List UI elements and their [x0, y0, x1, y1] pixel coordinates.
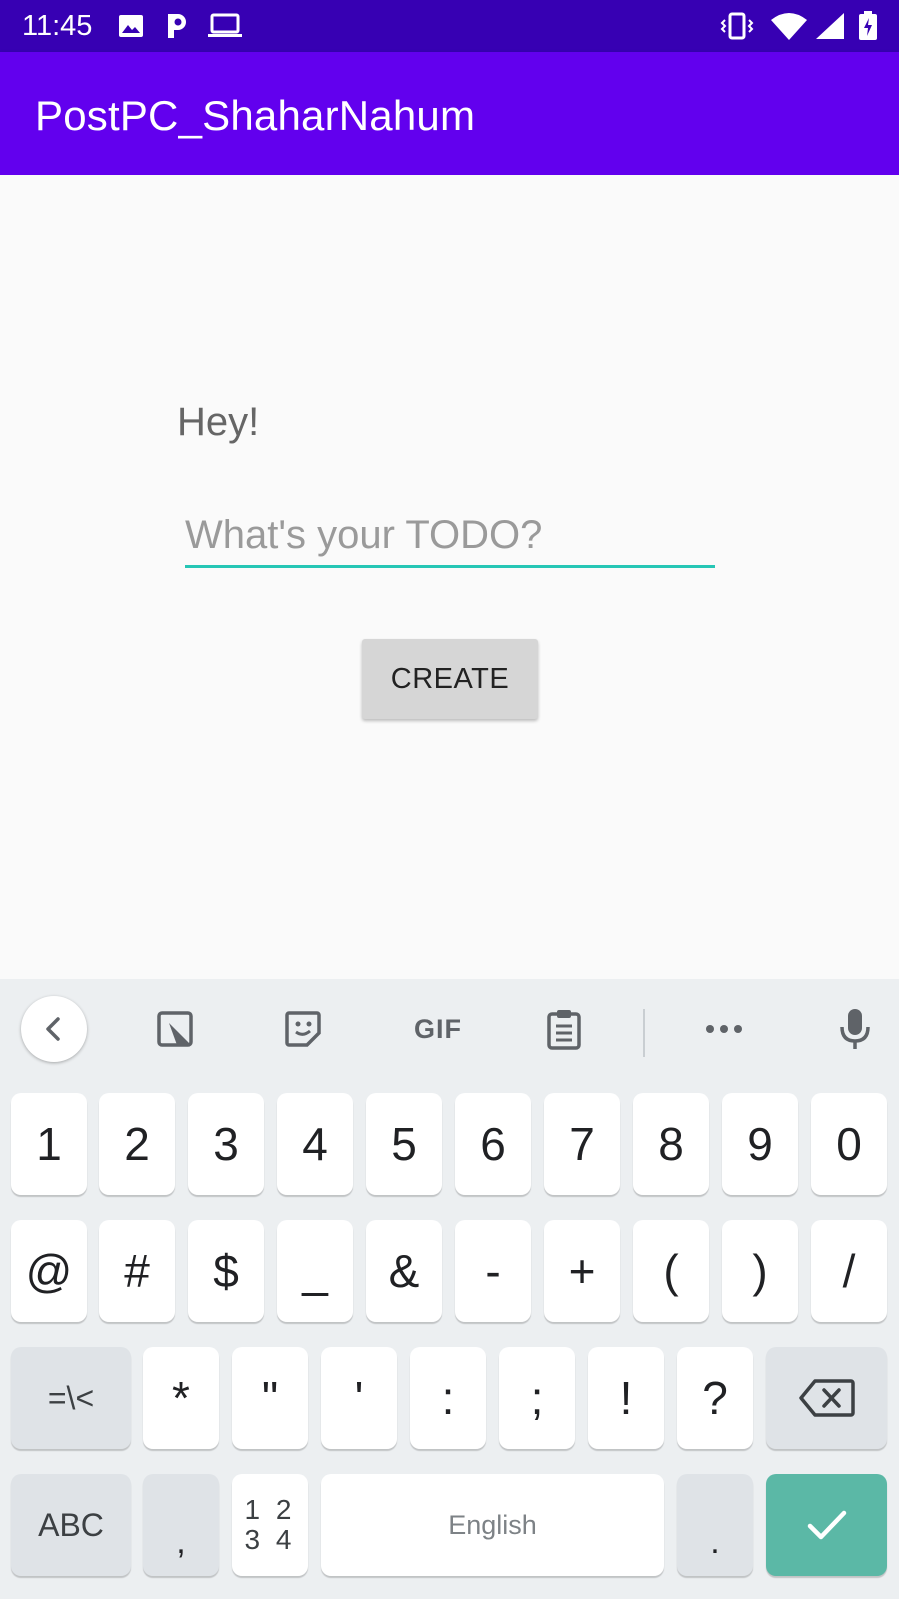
app-bar: PostPC_ShaharNahum	[0, 52, 899, 175]
key-0[interactable]: 0	[811, 1093, 887, 1195]
key-ampersand[interactable]: &	[366, 1220, 442, 1322]
key-close-paren[interactable]: )	[722, 1220, 798, 1322]
vibrate-icon	[720, 12, 754, 40]
wifi-icon	[770, 12, 808, 40]
backspace-key[interactable]	[766, 1347, 887, 1449]
key-question[interactable]: ?	[677, 1347, 753, 1449]
key-1[interactable]: 1	[11, 1093, 87, 1195]
key-minus[interactable]: -	[455, 1220, 531, 1322]
key-5[interactable]: 5	[366, 1093, 442, 1195]
key-6[interactable]: 6	[455, 1093, 531, 1195]
key-open-paren[interactable]: (	[633, 1220, 709, 1322]
key-double-quote[interactable]: "	[232, 1347, 308, 1449]
key-slash[interactable]: /	[811, 1220, 887, 1322]
key-colon[interactable]: :	[410, 1347, 486, 1449]
key-abc[interactable]: ABC	[11, 1474, 131, 1576]
create-button[interactable]: CREATE	[362, 639, 538, 719]
resize-icon[interactable]	[145, 999, 205, 1059]
key-4[interactable]: 4	[277, 1093, 353, 1195]
key-8[interactable]: 8	[633, 1093, 709, 1195]
enter-key[interactable]	[766, 1474, 887, 1576]
gif-button[interactable]: GIF	[402, 999, 474, 1059]
key-single-quote[interactable]: '	[321, 1347, 397, 1449]
backspace-icon	[798, 1378, 855, 1418]
key-semicolon[interactable]: ;	[499, 1347, 575, 1449]
keyboard: GIF 1 2 3 4 5 6 7 8 9 0 @ # $ _ & - + ( …	[0, 979, 899, 1599]
signal-icon	[815, 12, 845, 40]
sticker-icon[interactable]	[273, 999, 333, 1059]
key-underscore[interactable]: _	[277, 1220, 353, 1322]
key-hash[interactable]: #	[99, 1220, 175, 1322]
key-more-symbols[interactable]: =\<	[11, 1347, 131, 1449]
laptop-icon	[207, 12, 243, 40]
p-app-icon	[163, 12, 191, 40]
image-icon	[117, 12, 145, 40]
toolbar-divider	[643, 1009, 645, 1057]
period-label: .	[710, 1523, 720, 1561]
keyboard-toolbar: GIF	[0, 979, 899, 1071]
clipboard-icon[interactable]	[534, 999, 594, 1059]
key-comma[interactable]: ,	[143, 1474, 219, 1576]
numpad-label-bottom: 3 4	[244, 1524, 296, 1555]
key-at[interactable]: @	[11, 1220, 87, 1322]
status-bar: 11:45	[0, 0, 899, 52]
key-3[interactable]: 3	[188, 1093, 264, 1195]
numpad-label-top: 1 2	[244, 1494, 296, 1525]
key-dollar[interactable]: $	[188, 1220, 264, 1322]
key-asterisk[interactable]: *	[143, 1347, 219, 1449]
check-icon	[807, 1509, 847, 1541]
greeting-text: Hey!	[177, 400, 260, 444]
key-2[interactable]: 2	[99, 1093, 175, 1195]
back-icon[interactable]	[21, 996, 87, 1062]
comma-label: ,	[176, 1523, 186, 1561]
key-9[interactable]: 9	[722, 1093, 798, 1195]
main-content: Hey! CREATE	[0, 175, 899, 979]
key-exclamation[interactable]: !	[588, 1347, 664, 1449]
status-time: 11:45	[22, 10, 93, 42]
key-plus[interactable]: +	[544, 1220, 620, 1322]
app-title: PostPC_ShaharNahum	[35, 92, 476, 139]
mic-icon[interactable]	[825, 999, 885, 1059]
key-numpad[interactable]: 1 2 3 4	[232, 1474, 308, 1576]
battery-charging-icon	[858, 11, 878, 40]
todo-input[interactable]	[185, 505, 715, 568]
key-7[interactable]: 7	[544, 1093, 620, 1195]
space-bar[interactable]: English	[321, 1474, 664, 1576]
more-icon[interactable]	[694, 999, 754, 1059]
key-period[interactable]: .	[677, 1474, 753, 1576]
